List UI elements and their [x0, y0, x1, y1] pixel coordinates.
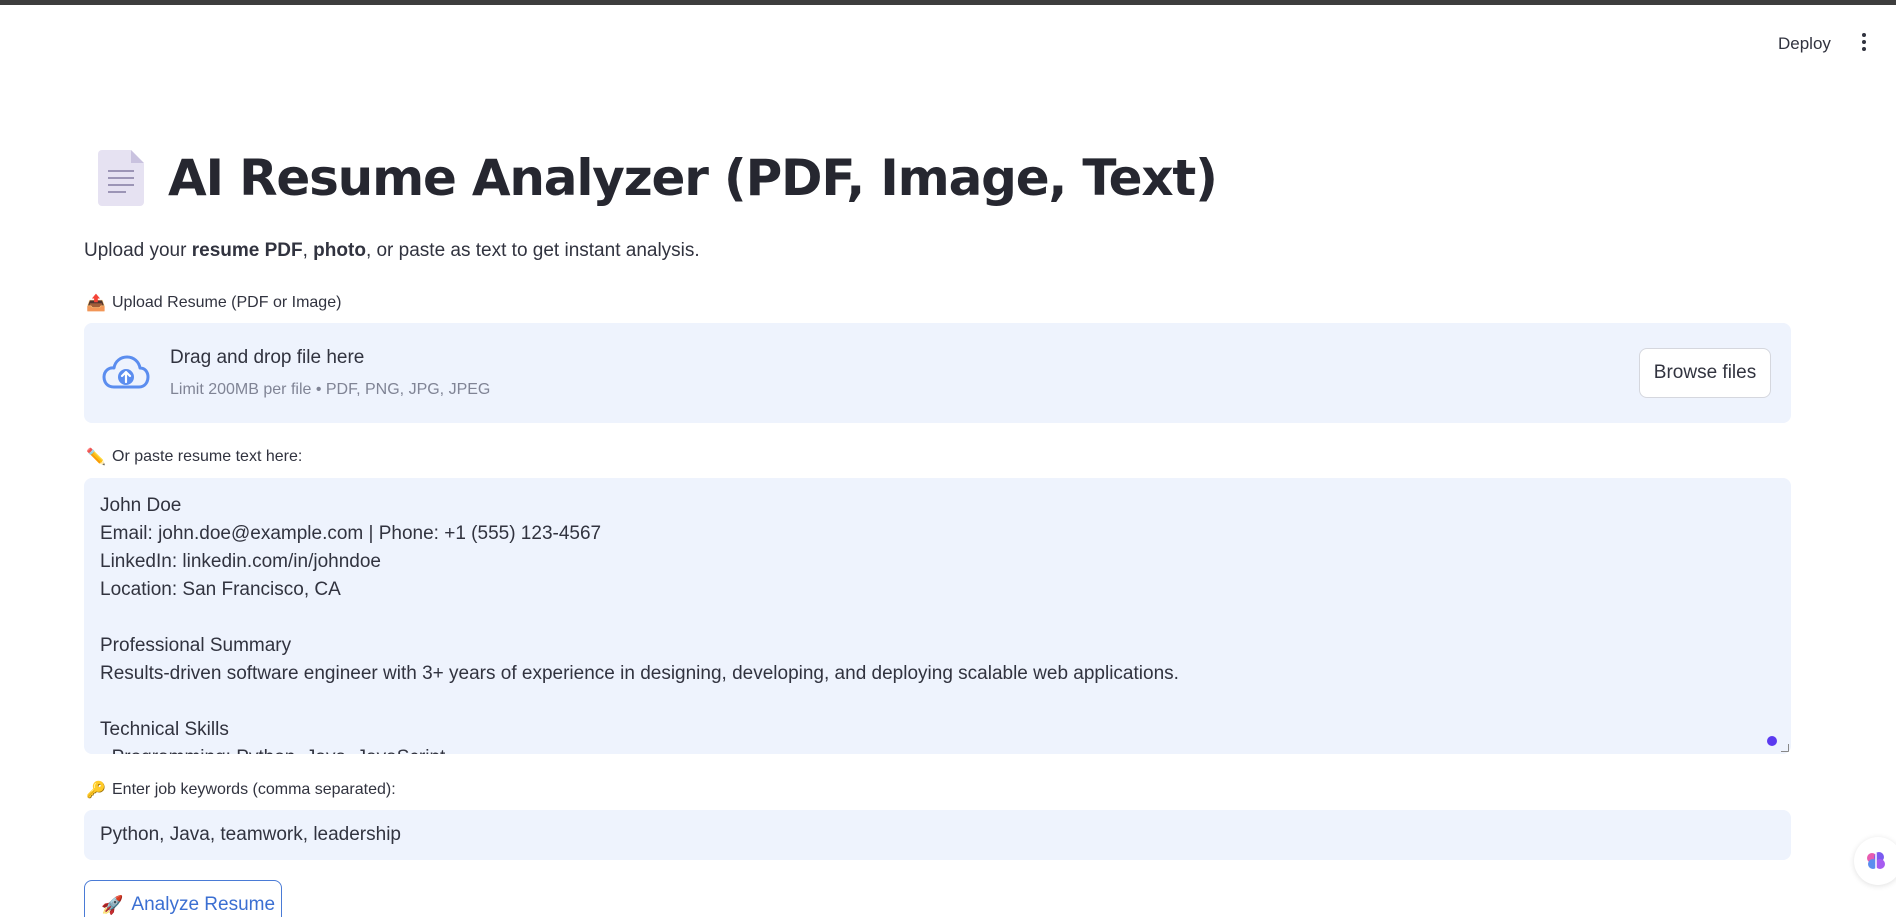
text-line: Professional Summary	[100, 635, 292, 656]
key-icon: 🔑	[86, 782, 106, 799]
text-line: LinkedIn: linkedin.com/in/johndoe	[100, 551, 381, 572]
keywords-label-text: Enter job keywords (comma separated):	[112, 781, 396, 798]
resize-handle-dot[interactable]	[1767, 736, 1777, 746]
text-line: John Doe	[100, 495, 182, 516]
title-row: AI Resume Analyzer (PDF, Image, Text)	[98, 149, 1218, 207]
text-line: - Programming: Python, Java, JavaScript	[100, 744, 1775, 754]
paste-label-text: Or paste resume text here:	[112, 448, 303, 465]
upload-label: 📤 Upload Resume (PDF or Image)	[86, 293, 341, 313]
dropzone-limit: Limit 200MB per file • PDF, PNG, JPG, JP…	[170, 381, 491, 398]
text-line: Location: San Francisco, CA	[100, 579, 341, 600]
text-line: Email: john.doe@example.com | Phone: +1 …	[100, 523, 602, 544]
page-title: AI Resume Analyzer (PDF, Image, Text)	[168, 149, 1218, 207]
keywords-label: 🔑 Enter job keywords (comma separated):	[86, 780, 396, 800]
top-decoration-bar	[0, 0, 1896, 5]
more-vertical-icon[interactable]	[1856, 30, 1872, 54]
text-line: Results-driven software engineer with 3+…	[100, 663, 1179, 684]
analyze-resume-button[interactable]: 🚀 Analyze Resume	[84, 880, 282, 917]
text-line: Technical Skills	[100, 719, 229, 740]
paste-label: ✏️ Or paste resume text here:	[86, 447, 302, 467]
keywords-input[interactable]	[84, 810, 1791, 860]
outbox-tray-icon: 📤	[86, 295, 106, 312]
pencil-icon: ✏️	[86, 449, 106, 466]
deploy-button[interactable]: Deploy	[1770, 32, 1839, 56]
browse-files-button[interactable]: Browse files	[1639, 348, 1771, 398]
analyze-label: Analyze Resume	[131, 894, 276, 915]
brain-icon-graphic	[1867, 852, 1885, 870]
cloud-upload-icon	[102, 355, 150, 389]
file-dropzone[interactable]: Drag and drop file here Limit 200MB per …	[84, 323, 1791, 423]
resume-text-area[interactable]: John Doe Email: john.doe@example.com | P…	[84, 478, 1791, 754]
upload-label-text: Upload Resume (PDF or Image)	[112, 294, 342, 311]
rocket-icon: 🚀	[101, 894, 124, 915]
resize-grip-icon[interactable]	[1781, 744, 1789, 752]
page-subtitle: Upload your resume PDF, photo, or paste …	[84, 240, 700, 261]
dropzone-title: Drag and drop file here	[170, 347, 365, 368]
text-line	[100, 604, 1775, 632]
text-line	[100, 688, 1775, 716]
document-icon	[98, 150, 144, 206]
brain-icon[interactable]	[1854, 837, 1896, 885]
